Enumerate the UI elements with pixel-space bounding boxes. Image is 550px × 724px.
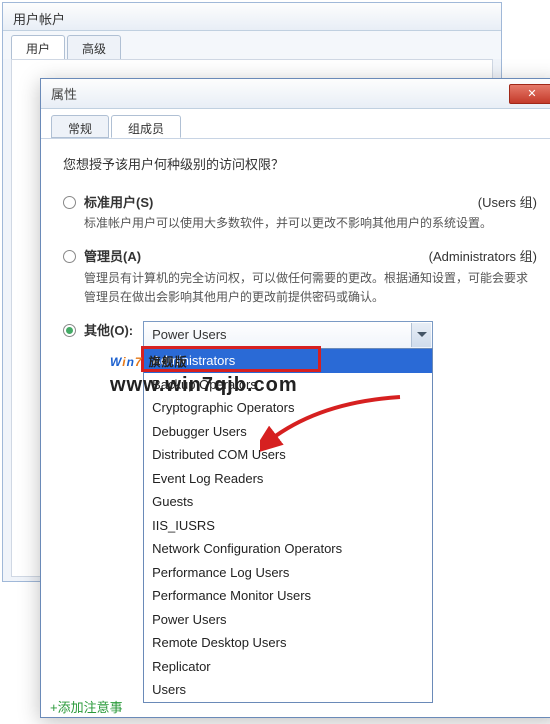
radio-other[interactable] — [63, 324, 76, 337]
tab-general[interactable]: 常规 — [51, 115, 109, 138]
radio-admin-label: 管理员(A) — [84, 247, 141, 267]
dropdown-item[interactable]: Users — [144, 678, 432, 702]
tab-users[interactable]: 用户 — [11, 35, 65, 59]
standard-group-note: (Users 组) — [478, 193, 537, 213]
group-combo[interactable]: Power Users AdministratorsBackup Operato… — [143, 321, 433, 349]
dropdown-item[interactable]: Remote Desktop Users — [144, 631, 432, 655]
bg-tabstrip: 用户 高级 — [3, 31, 501, 59]
group-combo-value[interactable]: Power Users — [143, 321, 433, 349]
dropdown-item[interactable]: Administrators — [144, 349, 432, 373]
close-button[interactable]: ✕ — [509, 84, 550, 104]
dropdown-item[interactable]: IIS_IUSRS — [144, 514, 432, 538]
radio-admin[interactable] — [63, 250, 76, 263]
dropdown-item[interactable]: Replicator — [144, 655, 432, 679]
standard-desc: 标准帐户用户可以使用大多数软件，并可以更改不影响其他用户的系统设置。 — [84, 214, 537, 233]
properties-dialog: 属性 ✕ 常规 组成员 您想授予该用户何种级别的访问权限？ 标准用户(S) (U… — [40, 78, 550, 718]
dropdown-item[interactable]: Event Log Readers — [144, 467, 432, 491]
properties-titlebar: 属性 ✕ — [41, 79, 550, 109]
dropdown-item[interactable]: Cryptographic Operators — [144, 396, 432, 420]
radio-other-label: 其他(O): — [84, 321, 133, 341]
dropdown-item[interactable]: Backup Operators — [144, 373, 432, 397]
access-level-prompt: 您想授予该用户何种级别的访问权限？ — [63, 155, 537, 175]
properties-tabstrip: 常规 组成员 — [41, 109, 550, 139]
dropdown-item[interactable]: Network Configuration Operators — [144, 537, 432, 561]
dropdown-item[interactable]: Performance Monitor Users — [144, 584, 432, 608]
dropdown-item[interactable]: Power Users — [144, 608, 432, 632]
group-dropdown[interactable]: AdministratorsBackup OperatorsCryptograp… — [143, 348, 433, 703]
dropdown-item[interactable]: Performance Log Users — [144, 561, 432, 585]
dropdown-item[interactable]: Guests — [144, 490, 432, 514]
radio-other-row[interactable]: 其他(O): Power Users AdministratorsBackup … — [63, 321, 537, 349]
properties-title: 属性 — [51, 84, 77, 103]
add-note-link[interactable]: +添加注意事 — [50, 697, 123, 716]
admin-desc: 管理员有计算机的完全访问权，可以做任何需要的更改。根据通知设置，可能会要求管理员… — [84, 269, 537, 307]
user-accounts-title: 用户帐户 — [3, 3, 501, 31]
dropdown-item[interactable]: Debugger Users — [144, 420, 432, 444]
admin-group-note: (Administrators 组) — [429, 247, 537, 267]
tab-group-member[interactable]: 组成员 — [111, 115, 181, 138]
properties-content: 您想授予该用户何种级别的访问权限？ 标准用户(S) (Users 组) 标准帐户… — [41, 139, 550, 365]
dropdown-item[interactable]: Distributed COM Users — [144, 443, 432, 467]
radio-standard-label: 标准用户(S) — [84, 193, 153, 213]
radio-standard-row[interactable]: 标准用户(S) (Users 组) — [63, 193, 537, 213]
radio-standard[interactable] — [63, 196, 76, 209]
tab-advanced[interactable]: 高级 — [67, 35, 121, 59]
radio-admin-row[interactable]: 管理员(A) (Administrators 组) — [63, 247, 537, 267]
chevron-down-icon[interactable] — [411, 323, 431, 347]
